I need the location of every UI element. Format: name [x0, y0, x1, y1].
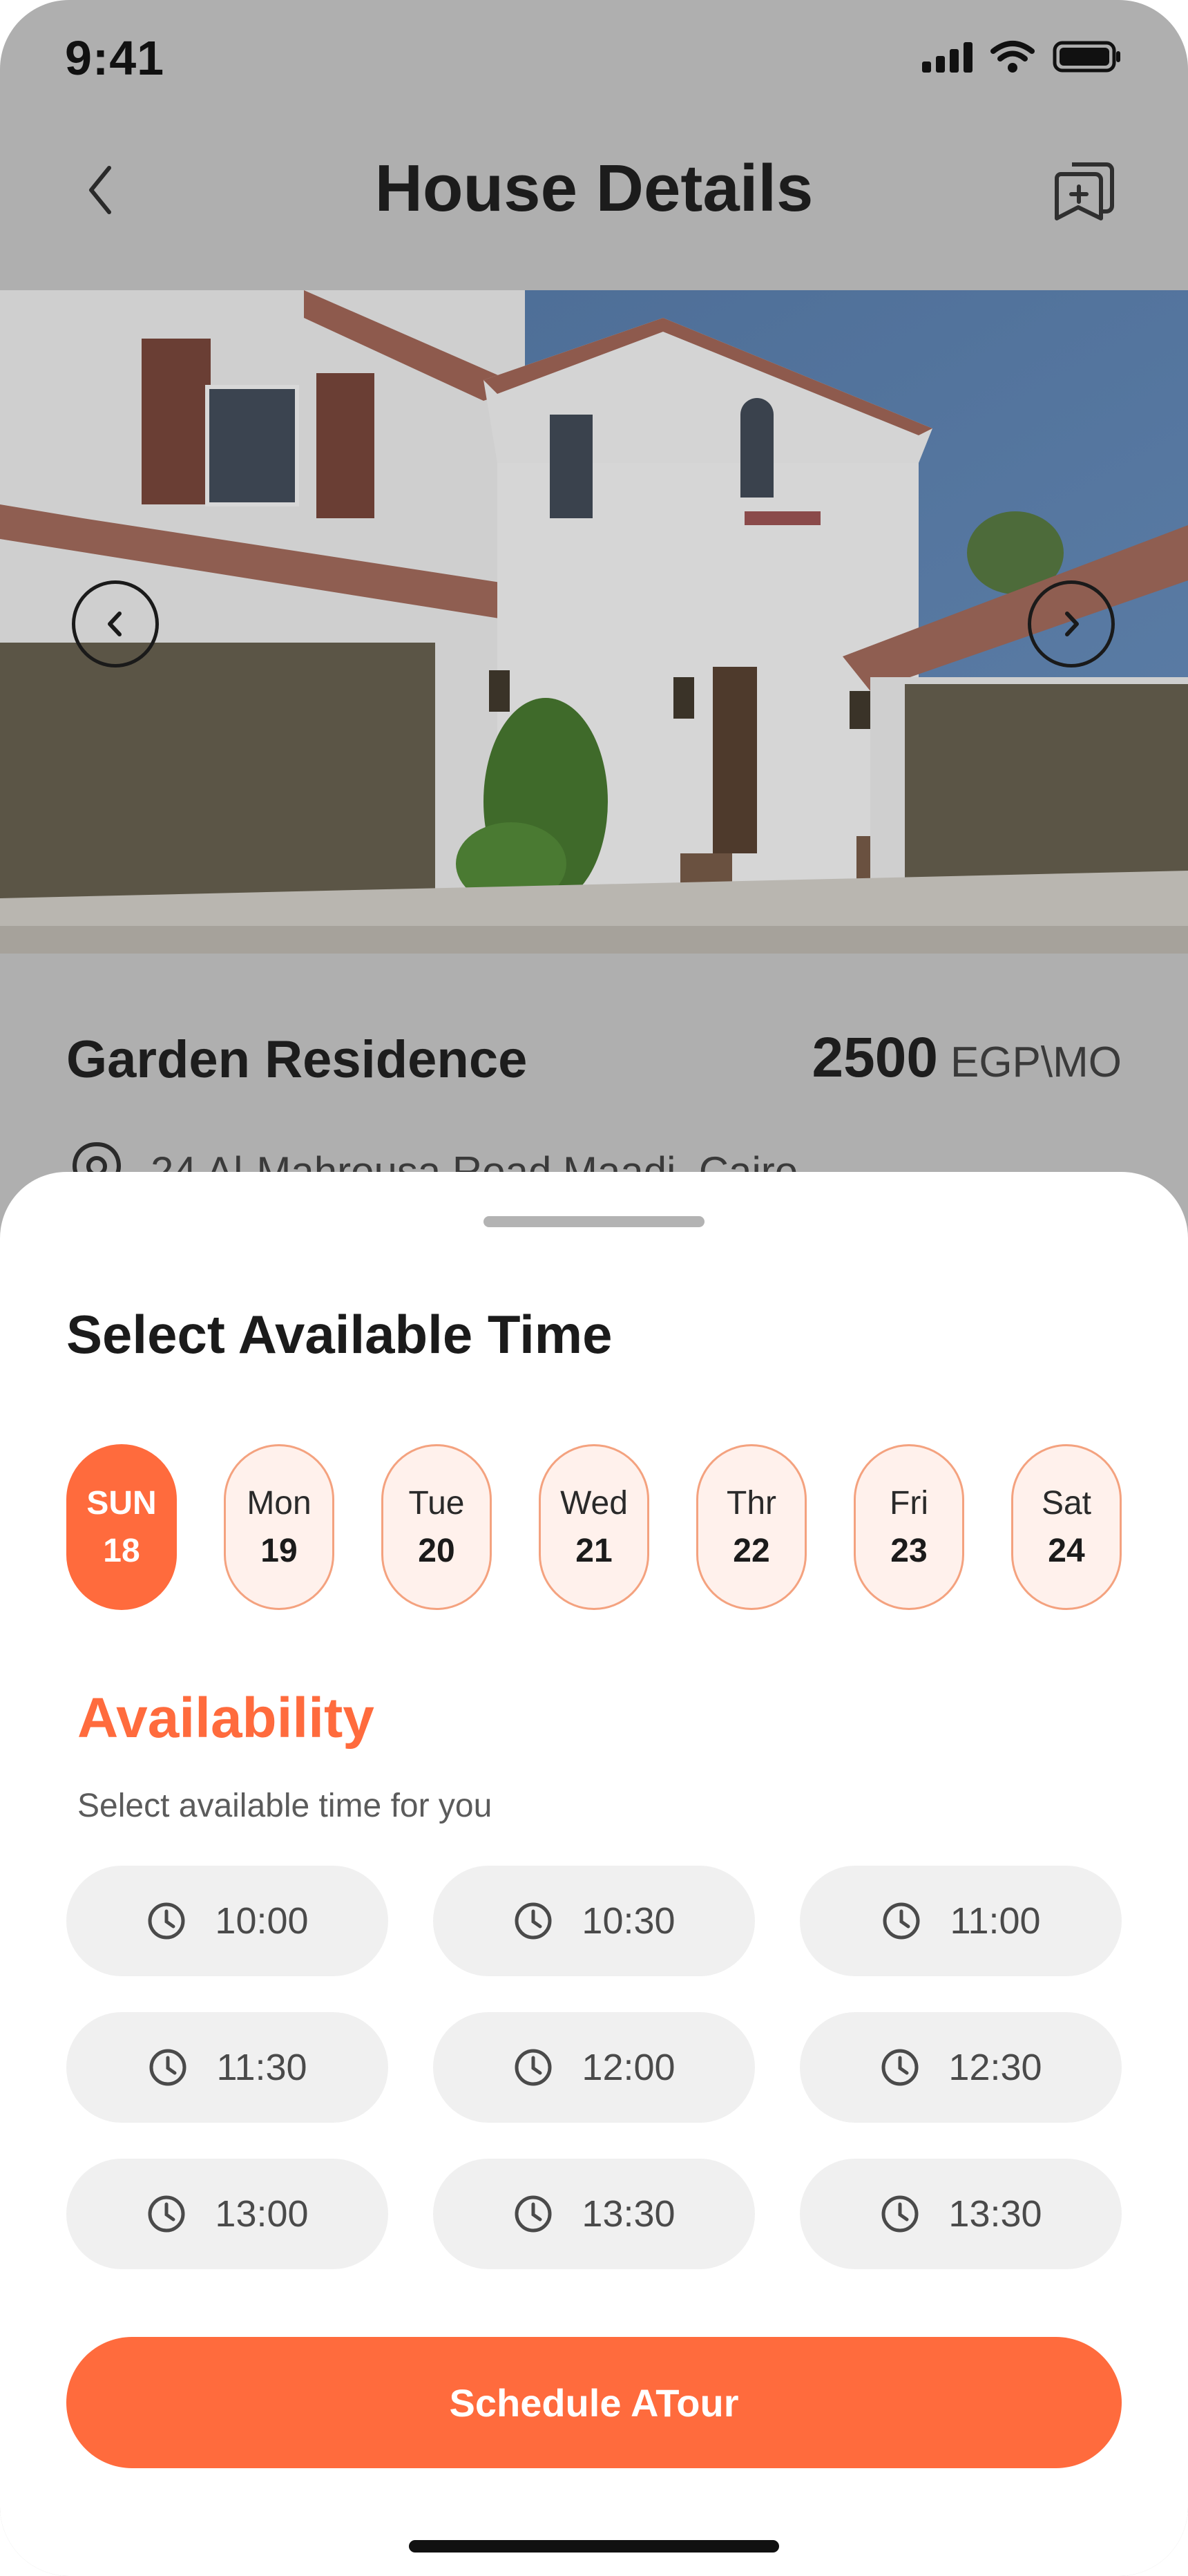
- time-slot[interactable]: 13:00: [66, 2159, 388, 2269]
- previous-image-button[interactable]: [72, 580, 159, 667]
- next-image-button[interactable]: [1028, 580, 1115, 667]
- day-pill-sun[interactable]: SUN 18: [66, 1444, 177, 1610]
- time-slot-label: 11:30: [216, 2047, 307, 2088]
- day-number: 19: [260, 1533, 298, 1569]
- day-name: Mon: [247, 1485, 312, 1522]
- time-slot[interactable]: 10:30: [433, 1866, 755, 1976]
- day-name: Fri: [890, 1485, 928, 1522]
- day-pill-thr[interactable]: Thr 22: [696, 1444, 807, 1610]
- clock-icon: [149, 2049, 186, 2086]
- time-slot-label: 12:00: [582, 2047, 676, 2088]
- day-name: Thr: [727, 1485, 776, 1522]
- day-pill-wed[interactable]: Wed 21: [539, 1444, 649, 1610]
- schedule-bottom-sheet: Select Available Time SUN 18 Mon 19 Tue …: [0, 1172, 1188, 2576]
- day-number: 23: [890, 1533, 928, 1569]
- clock-icon: [883, 1902, 920, 1940]
- screen: 9:41 House Details Garden Residence 2500…: [0, 0, 1188, 2576]
- time-slot[interactable]: 12:30: [800, 2012, 1122, 2123]
- house-image: [0, 290, 1188, 954]
- chevron-right-icon: [1065, 612, 1079, 636]
- time-slot-label: 12:30: [948, 2047, 1042, 2088]
- header: House Details: [0, 131, 1188, 249]
- time-slot[interactable]: 11:30: [66, 2012, 388, 2123]
- day-name: Sat: [1041, 1485, 1092, 1522]
- clock-icon: [148, 1902, 185, 1940]
- time-slot-label: 10:00: [215, 1900, 309, 1942]
- schedule-tour-button[interactable]: Schedule ATour: [66, 2337, 1122, 2468]
- wifi-icon: [990, 41, 1035, 73]
- time-slot[interactable]: 10:00: [66, 1866, 388, 1976]
- clock-icon: [881, 2049, 919, 2086]
- chevron-left-icon: [108, 612, 122, 636]
- clock-icon: [515, 1902, 552, 1940]
- day-number: 20: [418, 1533, 455, 1569]
- day-number: 21: [575, 1533, 613, 1569]
- clock-icon: [515, 2049, 552, 2086]
- day-selector: SUN 18 Mon 19 Tue 20 Wed 21 Thr 22 Fri 2…: [66, 1444, 1123, 1610]
- time-slot-label: 13:30: [582, 2193, 676, 2235]
- time-slot[interactable]: 12:00: [433, 2012, 755, 2123]
- day-name: Wed: [560, 1485, 628, 1522]
- time-slot-label: 13:00: [215, 2193, 309, 2235]
- clock-icon: [148, 2195, 185, 2233]
- time-slot[interactable]: 13:30: [433, 2159, 755, 2269]
- battery-icon: [1053, 41, 1120, 73]
- time-slot[interactable]: 11:00: [800, 1866, 1122, 1976]
- listing-name: Garden Residence: [66, 1030, 528, 1089]
- day-name: SUN: [86, 1485, 157, 1522]
- schedule-tour-label: Schedule ATour: [449, 2380, 739, 2425]
- page-title: House Details: [374, 151, 814, 225]
- sheet-title: Select Available Time: [66, 1304, 613, 1365]
- cellular-signal-icon: [922, 41, 973, 73]
- listing-price: 2500 EGP\MO: [812, 1025, 1122, 1090]
- availability-title: Availability: [77, 1687, 374, 1750]
- price-unit: EGP\MO: [950, 1039, 1122, 1086]
- day-number: 22: [733, 1533, 770, 1569]
- day-pill-sat[interactable]: Sat 24: [1011, 1444, 1122, 1610]
- clock-icon: [515, 2195, 552, 2233]
- time-slot[interactable]: 13:30: [800, 2159, 1122, 2269]
- property-photo: [0, 290, 1188, 954]
- clock-icon: [881, 2195, 919, 2233]
- time-slot-label: 10:30: [582, 1900, 676, 1942]
- time-slot-label: 13:30: [948, 2193, 1042, 2235]
- availability-subtitle: Select available time for you: [77, 1788, 492, 1824]
- home-indicator[interactable]: [409, 2540, 779, 2553]
- sheet-grabber[interactable]: [483, 1216, 705, 1227]
- day-name: Tue: [408, 1485, 465, 1522]
- day-pill-mon[interactable]: Mon 19: [224, 1444, 334, 1610]
- status-icons: [922, 40, 1122, 73]
- bookmark-button[interactable]: [1050, 156, 1119, 225]
- time-slot-label: 11:00: [950, 1900, 1041, 1942]
- price-value: 2500: [812, 1026, 938, 1089]
- bookmark-add-icon: [1055, 162, 1114, 220]
- day-pill-fri[interactable]: Fri 23: [854, 1444, 964, 1610]
- day-pill-tue[interactable]: Tue 20: [381, 1444, 492, 1610]
- day-number: 18: [103, 1533, 140, 1569]
- status-bar: 9:41: [0, 0, 1188, 117]
- day-number: 24: [1048, 1533, 1085, 1569]
- status-time: 9:41: [65, 31, 165, 85]
